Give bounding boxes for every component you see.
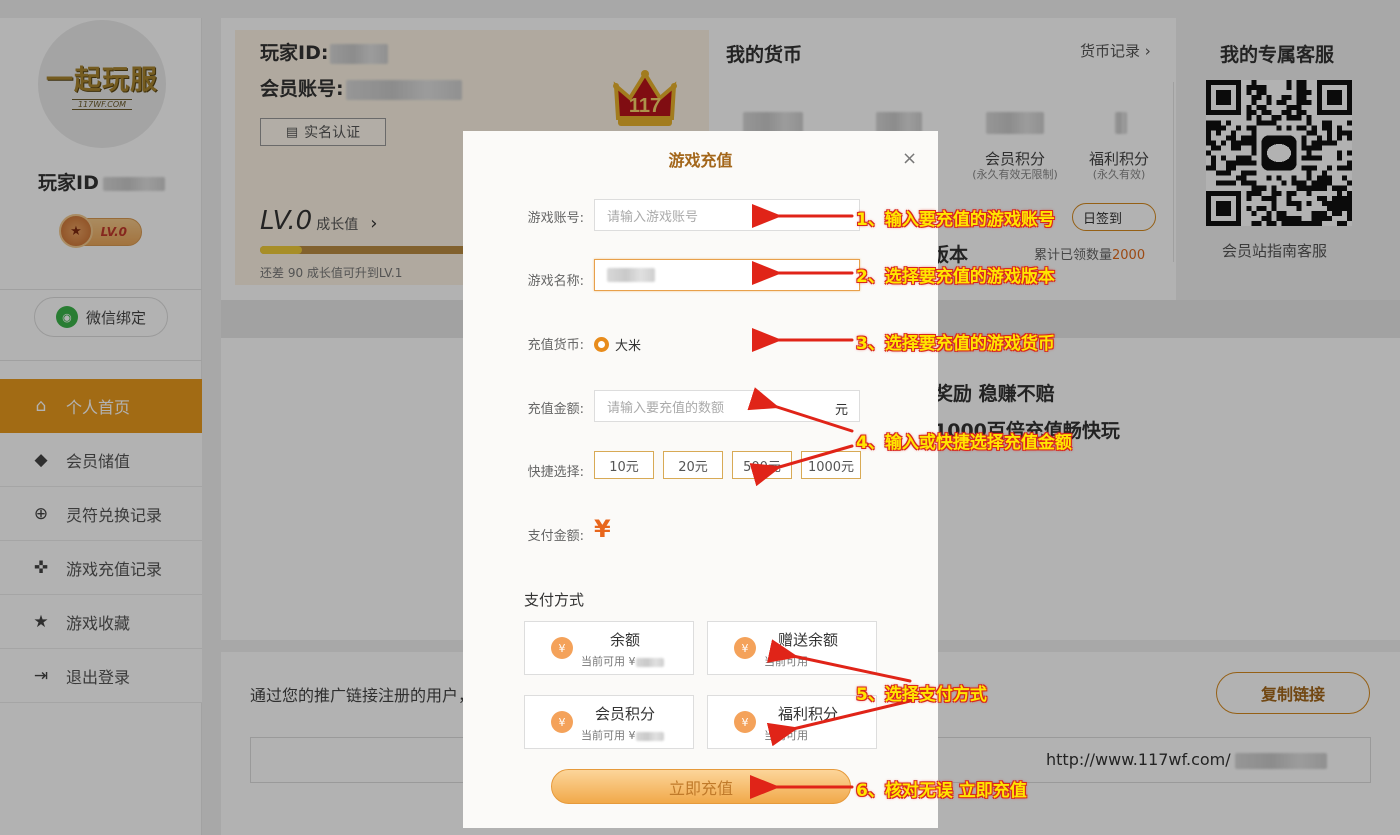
quick-amount-1000[interactable]: 1000元	[801, 451, 861, 479]
annotation-step-2: 2、选择要充值的游戏版本	[856, 267, 1055, 287]
annotation-step-1: 1、输入要充值的游戏账号	[856, 210, 1055, 230]
pay-method-balance[interactable]: ¥ 余额 当前可用 ¥	[524, 621, 694, 675]
currency-option-label: 大米	[615, 339, 642, 354]
amount-placeholder: 请输入要充值的数额	[607, 400, 725, 416]
pay-available-label: 当前可用 ¥	[581, 655, 636, 668]
blurred-amount	[635, 657, 664, 667]
pay-method-name: 赠送余额	[777, 631, 838, 649]
close-icon[interactable]: ×	[902, 148, 917, 169]
pay-method-name: 福利积分	[777, 705, 838, 723]
pay-available-label: 当前可用	[764, 729, 808, 742]
annotation-step-4: 4、输入或快捷选择充值金额	[856, 433, 1072, 453]
pay-available-label: 当前可用	[764, 655, 808, 668]
radio-selected-icon	[594, 337, 609, 352]
currency-label: 充值货币:	[527, 338, 584, 353]
submit-recharge-button[interactable]: 立即充值	[551, 769, 851, 804]
pay-amount-value: ¥	[594, 515, 611, 543]
game-account-input[interactable]: 请输入游戏账号	[594, 199, 860, 231]
quick-amount-10[interactable]: 10元	[594, 451, 654, 479]
blurred-amount	[635, 731, 664, 741]
annotation-step-5: 5、选择支付方式	[856, 685, 987, 705]
pay-amount-label: 支付金额:	[527, 529, 584, 544]
game-account-placeholder: 请输入游戏账号	[607, 209, 699, 225]
pay-method-available: 当前可用	[764, 653, 808, 669]
amount-unit: 元	[835, 403, 849, 418]
pay-method-title: 支付方式	[524, 591, 585, 609]
amount-input[interactable]: 请输入要充值的数额	[594, 390, 860, 422]
currency-radio-dami[interactable]: 大米	[594, 335, 641, 354]
modal-title: 游戏充值	[668, 151, 733, 170]
quick-amount-20[interactable]: 20元	[663, 451, 723, 479]
game-name-select[interactable]	[594, 259, 860, 291]
pay-available-label: 当前可用 ¥	[581, 729, 636, 742]
pay-method-available: 当前可用 ¥	[581, 653, 664, 669]
pay-method-gift-balance[interactable]: ¥ 赠送余额 当前可用	[707, 621, 877, 675]
game-name-label: 游戏名称:	[527, 274, 584, 289]
pay-method-available: 当前可用 ¥	[581, 727, 664, 743]
pay-method-available: 当前可用	[764, 727, 808, 743]
game-account-label: 游戏账号:	[527, 211, 584, 226]
amount-label: 充值金额:	[527, 402, 584, 417]
pay-method-name: 余额	[609, 631, 640, 649]
annotation-step-3: 3、选择要充值的游戏货币	[856, 334, 1055, 354]
pay-method-name: 会员积分	[594, 705, 655, 723]
blurred-game-name	[607, 268, 655, 282]
pay-method-welfare-points[interactable]: ¥ 福利积分 当前可用	[707, 695, 877, 749]
quick-amount-500[interactable]: 500元	[732, 451, 792, 479]
quick-select-label: 快捷选择:	[527, 465, 584, 480]
pay-method-member-points[interactable]: ¥ 会员积分 当前可用 ¥	[524, 695, 694, 749]
annotation-step-6: 6、核对无误 立即充值	[856, 781, 1027, 801]
